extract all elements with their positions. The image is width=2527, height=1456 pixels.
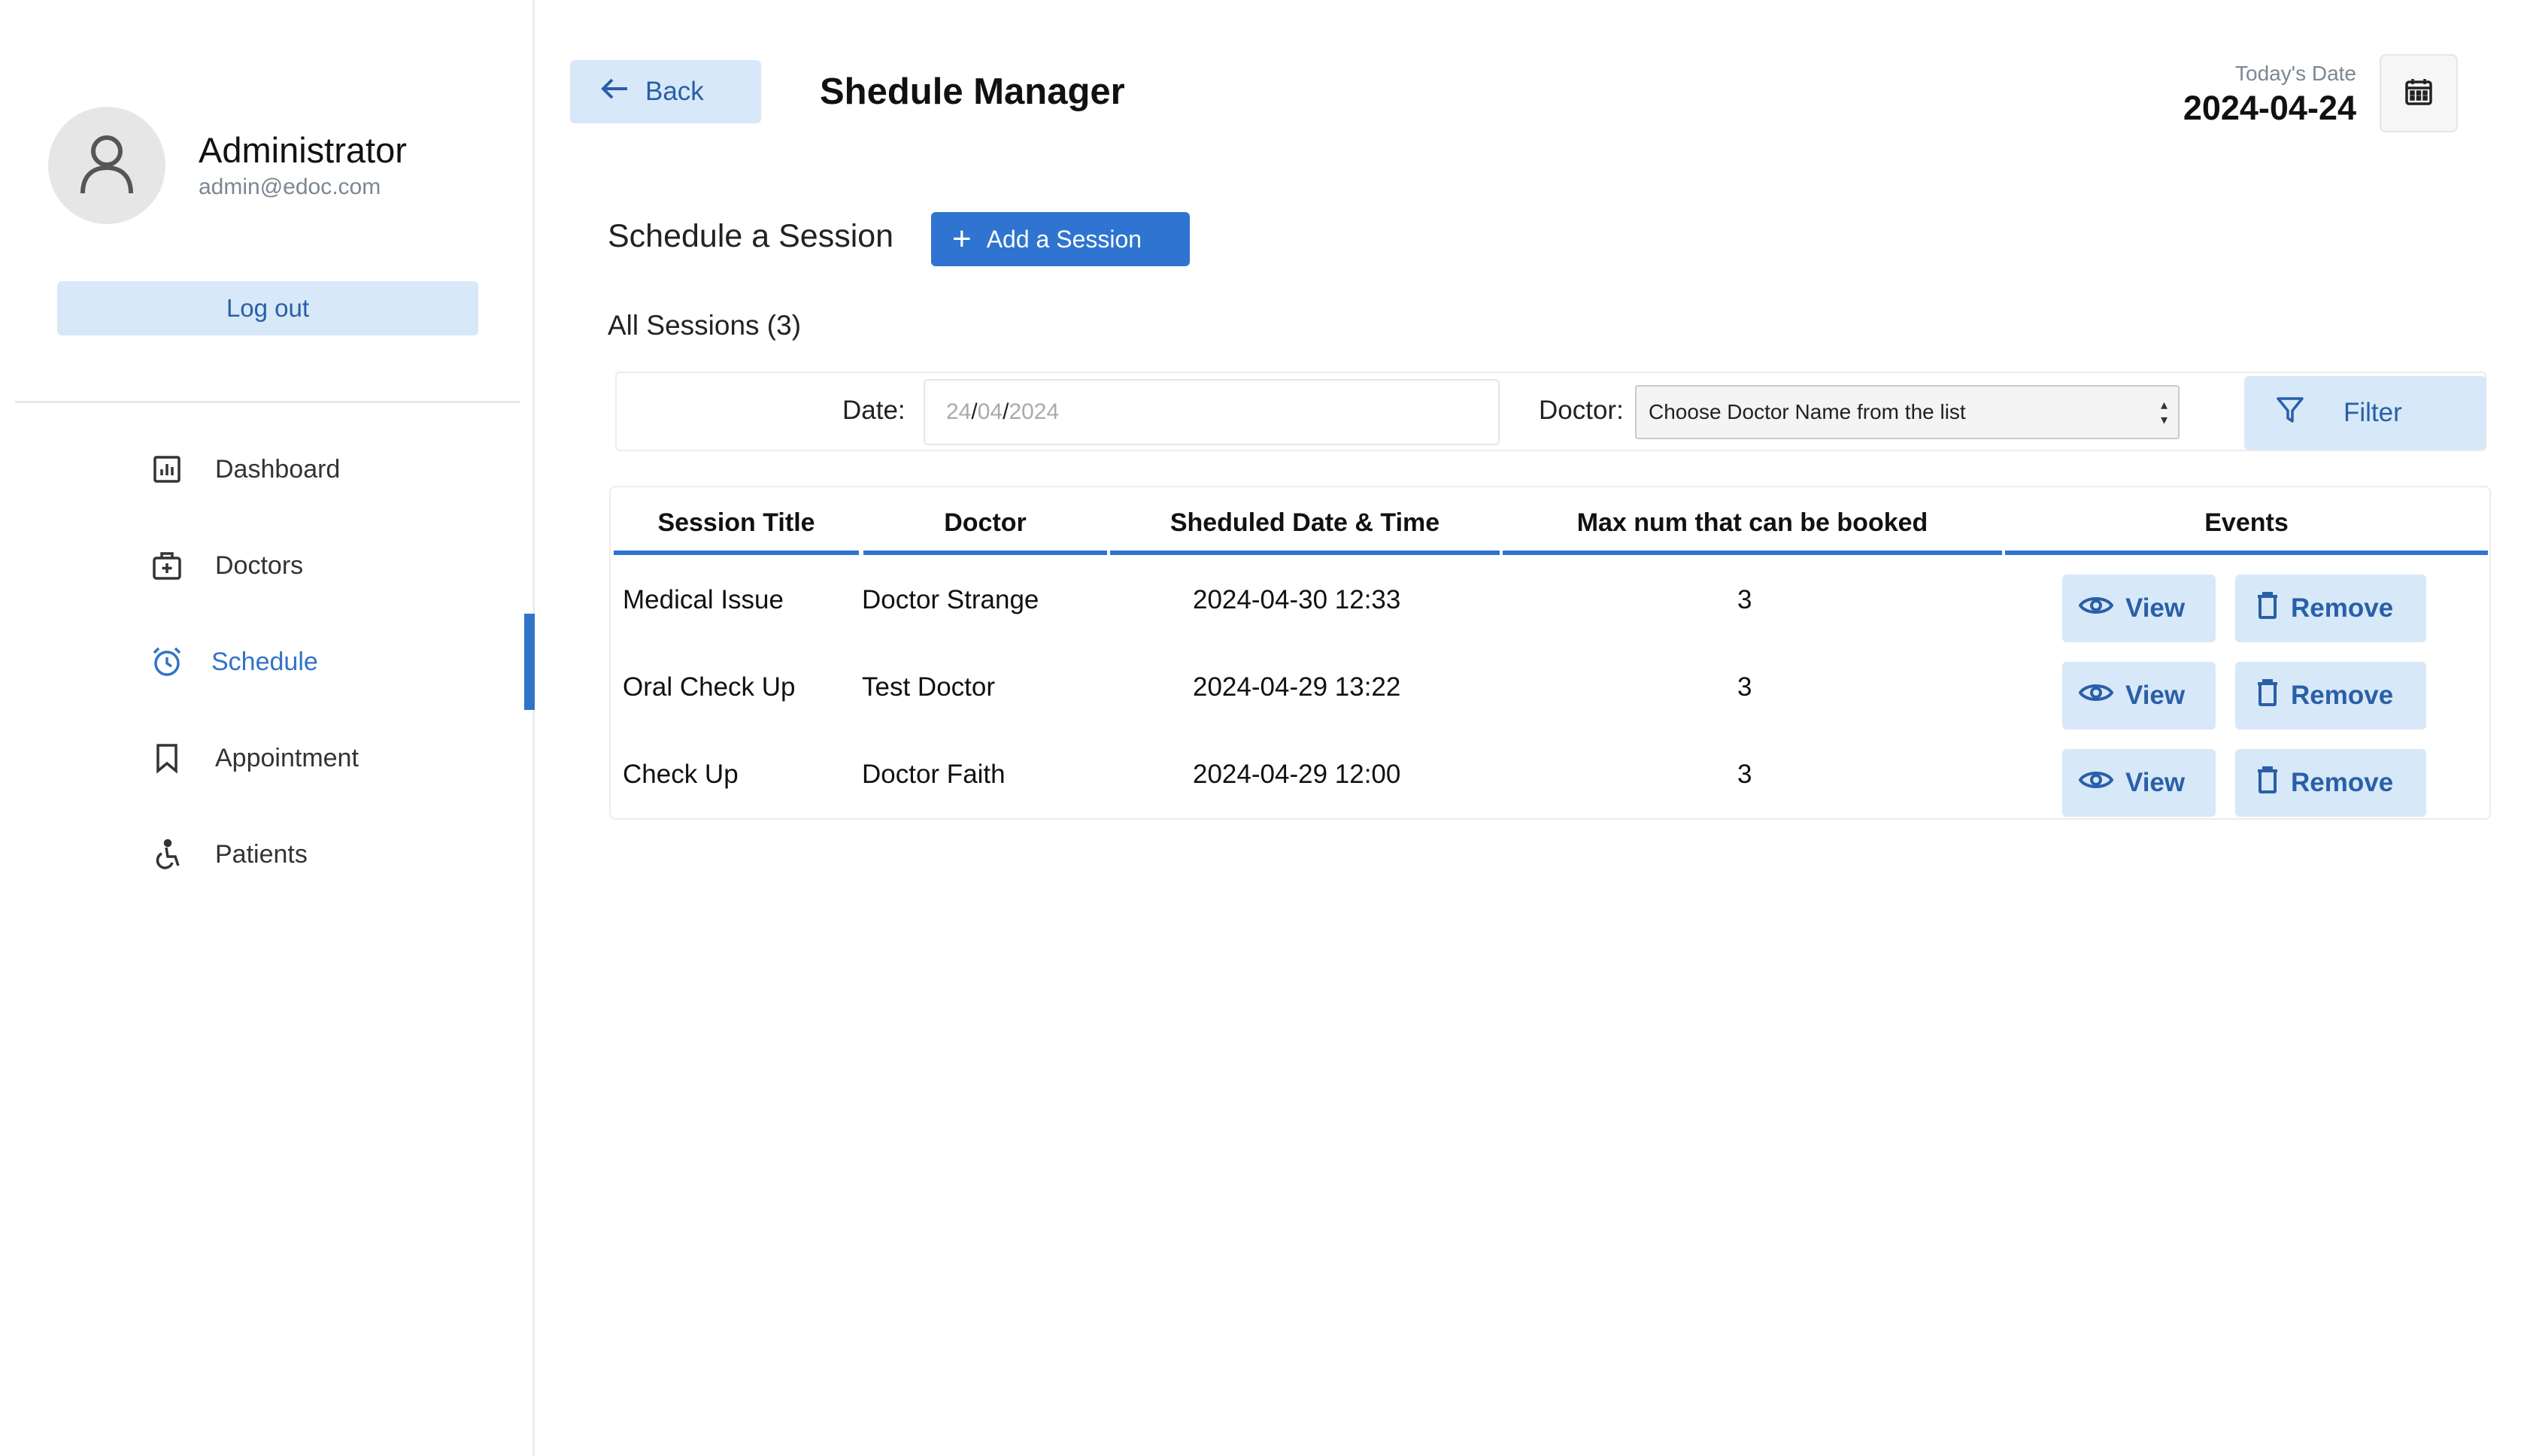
trash-icon: [2256, 591, 2291, 626]
active-indicator: [524, 614, 535, 710]
filter-label: Filter: [2343, 398, 2402, 427]
remove-label: Remove: [2291, 768, 2394, 797]
user-icon: [78, 133, 135, 199]
avatar: [48, 107, 165, 224]
eye-icon: [2078, 768, 2125, 798]
today-date-label: Today's Date: [2235, 62, 2356, 85]
doctor-select[interactable]: Choose Doctor Name from the list ▴ ▾: [1635, 385, 2180, 439]
profile-email: admin@edoc.com: [199, 174, 381, 199]
schedule-session-label: Schedule a Session: [608, 218, 894, 254]
bookmark-icon: [149, 740, 185, 776]
cell-max: 3: [1737, 672, 1752, 702]
filter-button[interactable]: Filter: [2244, 376, 2486, 450]
doctor-select-value: Choose Doctor Name from the list: [1649, 400, 1966, 423]
back-button[interactable]: Back: [570, 60, 761, 123]
remove-button[interactable]: Remove: [2235, 749, 2426, 817]
date-month: 04: [977, 399, 1003, 424]
column-header: Session Title: [614, 507, 859, 555]
sidebar-item-label: Doctors: [215, 551, 304, 580]
cell-doctor: Doctor Strange: [862, 585, 1039, 614]
trash-icon: [2256, 766, 2291, 800]
cell-session-title: Check Up: [623, 760, 739, 789]
cell-datetime: 2024-04-29 13:22: [1193, 672, 1401, 702]
cell-doctor: Test Doctor: [862, 672, 995, 702]
column-header: Max num that can be booked: [1503, 507, 2002, 555]
cell-session-title: Oral Check Up: [623, 672, 796, 702]
cell-max: 3: [1737, 585, 1752, 614]
sidebar-item-label: Patients: [215, 839, 308, 869]
plus-icon: +: [952, 220, 972, 257]
sidebar-item-patients[interactable]: Patients: [0, 806, 535, 902]
doctor-bag-icon: [149, 548, 185, 584]
sessions-table: Session Title Doctor Sheduled Date & Tim…: [609, 486, 2491, 820]
sidebar-nav: Dashboard Doctors Schedule Appointment P…: [0, 421, 535, 902]
add-session-button[interactable]: + Add a Session: [931, 212, 1190, 266]
cell-datetime: 2024-04-30 12:33: [1193, 585, 1401, 614]
sidebar-item-schedule[interactable]: Schedule: [0, 614, 535, 710]
logout-button[interactable]: Log out: [57, 281, 478, 335]
page-title: Shedule Manager: [820, 71, 1125, 112]
sidebar: Administrator admin@edoc.com Log out Das…: [0, 0, 535, 1456]
date-year: 2024: [1009, 399, 1060, 424]
trash-icon: [2256, 678, 2291, 713]
cell-doctor: Doctor Faith: [862, 760, 1006, 789]
view-label: View: [2125, 593, 2186, 623]
select-arrows-icon: ▴ ▾: [2160, 397, 2168, 427]
cell-max: 3: [1737, 760, 1752, 789]
view-label: View: [2125, 681, 2186, 710]
date-day: 24: [946, 399, 972, 424]
today-date-value: 2024-04-24: [2183, 89, 2356, 127]
view-button[interactable]: View: [2062, 749, 2216, 817]
arrow-left-icon: [600, 77, 645, 107]
column-header: Events: [2005, 507, 2488, 555]
today-date: Today's Date 2024-04-24: [2183, 62, 2356, 128]
dashboard-icon: [149, 451, 185, 487]
back-label: Back: [645, 77, 704, 106]
profile-name: Administrator: [199, 130, 407, 171]
sidebar-item-doctors[interactable]: Doctors: [0, 517, 535, 614]
sidebar-item-label: Schedule: [211, 647, 318, 676]
doctor-filter-label: Doctor:: [1539, 396, 1624, 425]
profile: Administrator admin@edoc.com: [48, 107, 407, 224]
remove-button[interactable]: Remove: [2235, 575, 2426, 642]
eye-icon: [2078, 681, 2125, 711]
sidebar-item-label: Dashboard: [215, 454, 341, 484]
all-sessions-count: All Sessions (3): [608, 310, 802, 341]
sidebar-item-appointment[interactable]: Appointment: [0, 710, 535, 806]
view-button[interactable]: View: [2062, 575, 2216, 642]
wheelchair-icon: [149, 836, 185, 872]
calendar-icon: [2404, 77, 2434, 111]
calendar-button[interactable]: [2380, 54, 2458, 132]
remove-label: Remove: [2291, 593, 2394, 623]
column-header: Doctor: [863, 507, 1107, 555]
sidebar-divider: [15, 401, 520, 403]
view-button[interactable]: View: [2062, 662, 2216, 730]
view-label: View: [2125, 768, 2186, 797]
cell-datetime: 2024-04-29 12:00: [1193, 760, 1401, 789]
column-header: Sheduled Date & Time: [1110, 507, 1500, 555]
date-filter-input[interactable]: 24/04/2024: [924, 379, 1500, 445]
filter-icon: [2276, 396, 2343, 431]
add-session-label: Add a Session: [986, 225, 1142, 253]
remove-label: Remove: [2291, 681, 2394, 710]
remove-button[interactable]: Remove: [2235, 662, 2426, 730]
date-filter-label: Date:: [842, 396, 906, 425]
sidebar-item-dashboard[interactable]: Dashboard: [0, 421, 535, 517]
eye-icon: [2078, 593, 2125, 623]
sidebar-item-label: Appointment: [215, 743, 359, 772]
cell-session-title: Medical Issue: [623, 585, 784, 614]
alarm-clock-icon: [149, 644, 185, 680]
filter-bar: Date: 24/04/2024 Doctor: Choose Doctor N…: [615, 372, 2486, 451]
